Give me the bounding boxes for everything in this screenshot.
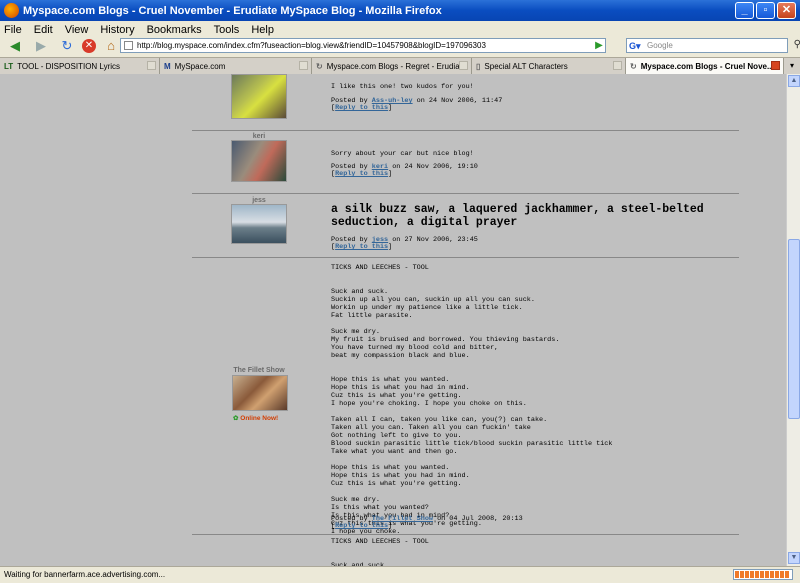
comment-divider xyxy=(192,130,739,131)
reload-button[interactable]: ↻ xyxy=(56,39,78,53)
avatar[interactable] xyxy=(231,140,287,182)
home-button[interactable]: ⌂ xyxy=(100,39,122,53)
tab-close-icon[interactable] xyxy=(299,61,308,70)
status-text: Waiting for bannerfarm.ace.advertising.c… xyxy=(4,570,166,579)
tab-label: MySpace.com xyxy=(174,61,226,71)
menu-bookmarks[interactable]: Bookmarks xyxy=(147,24,202,36)
reply-wrapper: [Reply to this] xyxy=(331,243,393,251)
posted-date: on 24 Nov 2006, 11:47 xyxy=(412,97,503,105)
online-icon: ✿ xyxy=(233,415,239,422)
reply-wrapper: [Reply to this] xyxy=(331,170,393,178)
tab-close-icon[interactable] xyxy=(459,61,468,70)
commenter-name[interactable]: jess xyxy=(231,197,287,204)
tab-label: TOOL - DISPOSITION Lyrics xyxy=(17,61,121,71)
search-input[interactable]: G▾ Google ⚲ xyxy=(626,38,800,53)
tab-myspace[interactable]: M MySpace.com xyxy=(160,58,312,74)
window-title: Myspace.com Blogs - Cruel November - Eru… xyxy=(23,4,442,17)
scroll-up-icon[interactable]: ▲ xyxy=(788,75,800,87)
status-bar: Waiting for bannerfarm.ace.advertising.c… xyxy=(0,566,800,583)
window-titlebar: Myspace.com Blogs - Cruel November - Eru… xyxy=(0,0,800,21)
comment-body: TICKS AND LEECHES - TOOL Suck and suck. … xyxy=(331,264,613,536)
maximize-button[interactable]: ▫ xyxy=(756,2,775,19)
tab-label: Special ALT Characters xyxy=(484,61,568,71)
url-text: http://blog.myspace.com/index.cfm?fuseac… xyxy=(137,41,486,50)
search-placeholder: Google xyxy=(647,41,673,50)
menu-view[interactable]: View xyxy=(65,24,89,36)
tab-special-alt-characters[interactable]: ▯ Special ALT Characters xyxy=(472,58,626,74)
tab-blog-regret[interactable]: ↻ Myspace.com Blogs - Regret - Erudiat..… xyxy=(312,58,472,74)
online-now-badge: ✿ Online Now! xyxy=(233,414,278,422)
tab-bar: LT TOOL - DISPOSITION Lyrics M MySpace.c… xyxy=(0,57,800,74)
comment-body: I like this one! two kudos for you! xyxy=(331,83,474,91)
tab-close-icon[interactable] xyxy=(147,61,156,70)
menu-file[interactable]: File xyxy=(4,24,22,36)
menu-help[interactable]: Help xyxy=(251,24,274,36)
reply-link[interactable]: Reply to this xyxy=(335,104,388,112)
online-label: Online Now! xyxy=(240,415,279,422)
menu-bar: File Edit View History Bookmarks Tools H… xyxy=(0,21,800,38)
page-icon: ▯ xyxy=(476,61,481,71)
menu-edit[interactable]: Edit xyxy=(34,24,53,36)
tab-close-icon[interactable] xyxy=(613,61,622,70)
page-icon xyxy=(124,41,133,50)
search-icon[interactable]: ⚲ xyxy=(794,38,800,51)
close-window-button[interactable]: ✕ xyxy=(777,2,796,19)
forward-button[interactable]: ▶ xyxy=(30,39,52,53)
tab-disposition-lyrics[interactable]: LT TOOL - DISPOSITION Lyrics xyxy=(0,58,160,74)
myspace-icon: M xyxy=(164,61,171,71)
tab-blog-cruel-november[interactable]: ↻ Myspace.com Blogs - Cruel Nove... xyxy=(626,58,784,74)
google-icon: G▾ xyxy=(629,41,641,51)
comment-divider xyxy=(192,534,739,535)
comment-body: TICKS AND LEECHES - TOOL Suck and suck. xyxy=(331,538,429,566)
reply-wrapper: [Reply to this] xyxy=(331,522,393,530)
tab-label: Myspace.com Blogs - Cruel Nove... xyxy=(640,61,774,71)
scroll-down-icon[interactable]: ▼ xyxy=(788,552,800,564)
go-button[interactable]: ▶ xyxy=(592,38,606,53)
reply-link[interactable]: Reply to this xyxy=(335,170,388,178)
comment-body: Sorry about your car but nice blog! xyxy=(331,150,474,158)
menu-history[interactable]: History xyxy=(100,24,134,36)
tab-list-dropdown-icon[interactable]: ▾ xyxy=(784,58,800,74)
posted-date: on 27 Nov 2006, 23:45 xyxy=(388,236,478,244)
loading-icon: ↻ xyxy=(630,61,637,71)
avatar[interactable] xyxy=(231,204,287,244)
loading-icon: ↻ xyxy=(316,61,323,71)
minimize-button[interactable]: _ xyxy=(735,2,754,19)
url-bar[interactable]: http://blog.myspace.com/index.cfm?fuseac… xyxy=(120,38,606,53)
menu-tools[interactable]: Tools xyxy=(214,24,240,36)
loading-progress-bar xyxy=(733,569,793,580)
reply-wrapper: [Reply to this] xyxy=(331,104,393,112)
commenter-name[interactable]: keri xyxy=(231,133,287,140)
vertical-scrollbar[interactable]: ▲ ▼ xyxy=(786,74,800,566)
stop-button[interactable]: ✕ xyxy=(82,39,96,53)
posted-date: on 24 Nov 2006, 19:10 xyxy=(388,163,478,171)
comment-divider xyxy=(192,193,739,194)
scrollbar-thumb[interactable] xyxy=(788,239,800,419)
posted-date: on 04 Jul 2008, 20:13 xyxy=(432,515,523,523)
tab-label: Myspace.com Blogs - Regret - Erudiat... xyxy=(326,61,469,71)
comment-body: a silk buzz saw, a laquered jackhammer, … xyxy=(331,203,704,229)
comment-divider xyxy=(192,257,739,258)
tab-close-icon[interactable] xyxy=(771,61,780,70)
avatar[interactable] xyxy=(232,375,288,411)
firefox-icon xyxy=(4,3,19,18)
reply-link[interactable]: Reply to this xyxy=(335,243,388,251)
lyrics-site-icon: LT xyxy=(4,61,14,71)
reply-link[interactable]: Reply to this xyxy=(335,522,388,530)
back-button[interactable]: ◀ xyxy=(4,39,26,53)
commenter-name[interactable]: The Fillet Show xyxy=(231,367,287,374)
avatar[interactable] xyxy=(231,74,287,119)
